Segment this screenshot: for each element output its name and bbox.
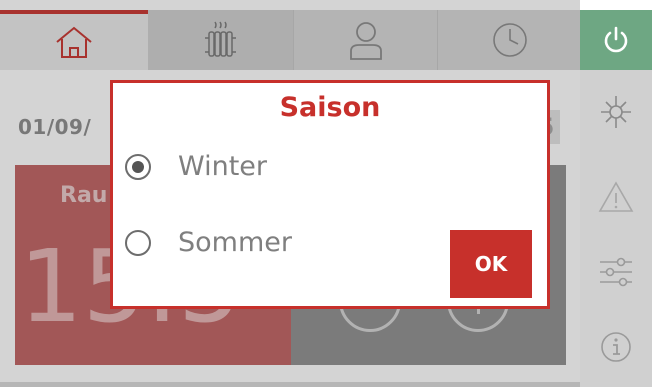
option-summer-label: Sommer — [178, 227, 292, 258]
power-icon — [604, 26, 628, 53]
season-dialog: Saison Winter Sommer OK — [110, 80, 550, 309]
option-summer[interactable]: Sommer — [125, 227, 292, 258]
radio-winter[interactable] — [125, 153, 151, 180]
thermostat-screen: 01/09/ 5 Rau 15.5 — [0, 0, 652, 387]
season-button[interactable] — [580, 85, 652, 139]
sun-snowflake-icon — [601, 96, 631, 128]
warning-icon — [598, 181, 634, 212]
power-button[interactable] — [580, 10, 652, 70]
dialog-title: Saison — [279, 92, 381, 123]
option-winter-label: Winter — [178, 151, 268, 182]
info-button[interactable] — [580, 320, 652, 374]
ok-button[interactable]: OK — [450, 230, 532, 298]
right-sidebar — [580, 10, 652, 387]
option-winter[interactable]: Winter — [125, 151, 267, 182]
info-icon — [601, 332, 631, 362]
sliders-icon — [600, 257, 632, 287]
radio-summer[interactable] — [125, 229, 151, 256]
warning-button[interactable] — [580, 170, 652, 224]
settings-button[interactable] — [580, 245, 652, 299]
